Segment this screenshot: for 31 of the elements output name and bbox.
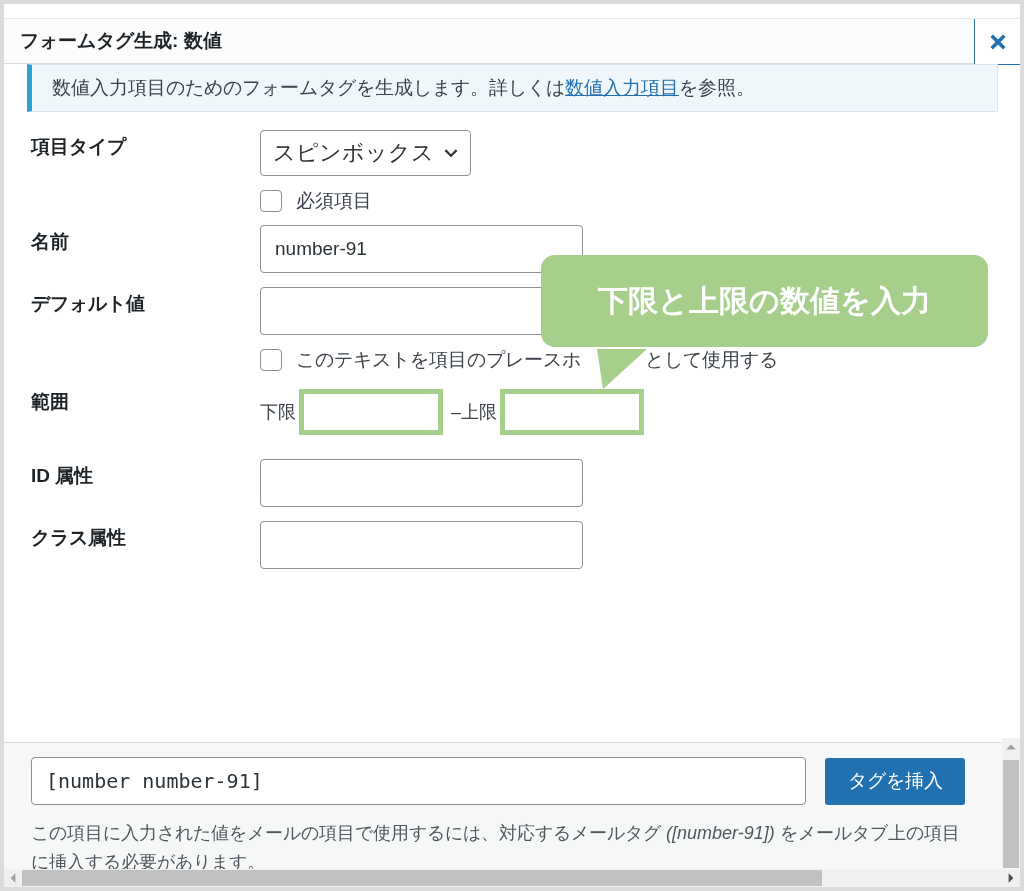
range-dash: – bbox=[451, 401, 461, 423]
close-button[interactable] bbox=[974, 19, 1020, 65]
field-label: 項目タイプ bbox=[29, 135, 128, 159]
close-icon bbox=[988, 32, 1007, 51]
callout-text: 下限と上限の数値を入力 bbox=[598, 282, 931, 319]
min-label: 下限 bbox=[260, 401, 296, 424]
type-select[interactable]: スピンボックス bbox=[260, 130, 471, 176]
text-field[interactable] bbox=[260, 521, 583, 569]
horizontal-scrollbar[interactable] bbox=[4, 869, 1020, 887]
checkbox-label: このテキストを項目のプレースホ bbox=[296, 348, 581, 372]
field-label: 名前 bbox=[30, 230, 70, 254]
field-label: ID 属性 bbox=[30, 464, 95, 488]
notice-text: 数値入力項目のためのフォームタグを生成します。詳しくは数値入力項目 を参照。 bbox=[52, 77, 755, 98]
max-field[interactable] bbox=[500, 389, 644, 435]
field-label: クラス属性 bbox=[30, 526, 127, 550]
min-field[interactable] bbox=[299, 389, 443, 435]
checkbox-label: として使用する bbox=[645, 348, 778, 372]
max-label: 上限 bbox=[461, 401, 497, 424]
callout-pointer bbox=[597, 346, 647, 392]
field-label: 範囲 bbox=[30, 390, 70, 414]
checkbox[interactable] bbox=[260, 349, 282, 371]
dialog-title: フォームタグ生成: 数値 bbox=[19, 29, 222, 53]
checkbox-label: 必須項目 bbox=[296, 189, 372, 213]
checkbox[interactable] bbox=[260, 190, 282, 212]
help-link[interactable]: 数値入力項目 bbox=[565, 77, 679, 98]
tag-field[interactable]: [number number-91] bbox=[31, 757, 806, 805]
vertical-scrollbar[interactable] bbox=[1002, 738, 1020, 868]
caret-icon bbox=[444, 148, 458, 158]
text-field[interactable] bbox=[260, 459, 583, 507]
field-label: デフォルト値 bbox=[30, 292, 146, 316]
insert-tag-button[interactable]: タグを挿入 bbox=[825, 757, 965, 805]
